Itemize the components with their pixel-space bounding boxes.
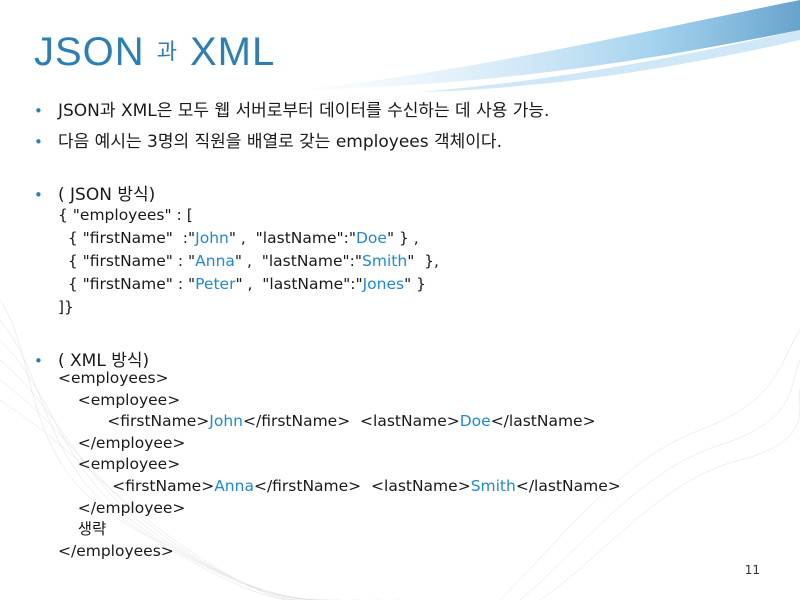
xml-employee-close: </employee> (77, 433, 186, 452)
bullet-item: • JSON과 XML은 모두 웹 서버로부터 데이터를 수신하는 데 사용 가능… (34, 101, 550, 121)
json-row: { "firstName" :"John" , "lastName":"Doe"… (67, 229, 419, 247)
xml-code-block: <employees> <employee> <firstName>John</… (58, 368, 621, 562)
bullet-item: • 다음 예시는 3명의 직원을 배열로 갖는 employees 객체이다. (34, 132, 502, 152)
json-row: { "firstName" : "Peter" , "lastName":"Jo… (67, 275, 427, 293)
xml-employee-open: <employee> (77, 455, 181, 474)
bullet-dot-icon: • (34, 102, 43, 120)
page-number: 11 (744, 563, 760, 577)
xml-row: <firstName>Anna</firstName> <lastName>Sm… (112, 476, 621, 495)
json-row: { "firstName" : "Anna" , "lastName":"Smi… (67, 252, 439, 270)
bullet-dot-icon: • (34, 352, 43, 370)
slide-title: JSON 과 XML (34, 30, 275, 75)
json-heading: •( JSON 방식) (34, 185, 156, 205)
xml-employee-close: </employee> (77, 498, 186, 517)
xml-close: </employees> (58, 541, 174, 560)
title-connector: 과 (156, 39, 178, 64)
json-code-block: { "employees" : [ { "firstName" :"John" … (58, 204, 439, 319)
xml-employee-open: <employee> (77, 390, 181, 409)
bullet-dot-icon: • (34, 133, 43, 151)
json-close: ]} (58, 298, 74, 316)
title-json: JSON (34, 30, 145, 74)
title-xml: XML (189, 30, 276, 74)
xml-open: <employees> (58, 369, 169, 387)
xml-omit: 생략 (77, 520, 107, 539)
xml-row: <firstName>John</firstName> <lastName>Do… (107, 412, 596, 431)
json-open: { "employees" : [ (58, 206, 193, 224)
bullet-dot-icon: • (34, 186, 43, 204)
